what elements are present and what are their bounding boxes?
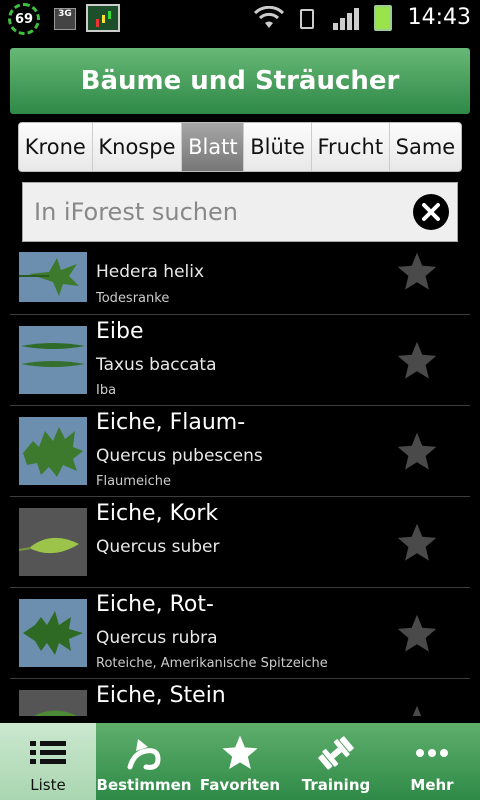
list-item[interactable]: Eibe Taxus baccata Iba xyxy=(10,315,470,406)
latin-name: Taxus baccata xyxy=(96,355,217,375)
nav-label: Mehr xyxy=(410,776,454,794)
leaf-image xyxy=(19,258,79,296)
latin-name: Hedera helix xyxy=(96,262,205,282)
common-aliases: Todesranke xyxy=(96,291,170,306)
dumbbell-icon xyxy=(318,736,354,770)
status-time: 14:43 xyxy=(407,5,471,30)
common-name: Eiche, Flaum- xyxy=(96,410,246,435)
star-icon[interactable] xyxy=(394,250,440,294)
nav-label: Bestimmen xyxy=(96,776,192,794)
star-icon[interactable] xyxy=(394,339,440,383)
network-label: 3G xyxy=(58,9,72,19)
clear-search-button[interactable] xyxy=(413,194,449,230)
app-notification-icon xyxy=(86,4,120,32)
leaf-image xyxy=(33,710,77,716)
leaf-thumbnail xyxy=(19,690,87,716)
common-name: Eiche, Stein xyxy=(96,683,226,708)
nav-label: Liste xyxy=(30,776,66,794)
tab-same[interactable]: Same xyxy=(389,123,461,171)
app-header: Bäume und Sträucher xyxy=(10,48,470,114)
list-item[interactable]: Eiche, Stein xyxy=(10,679,470,716)
category-tabs: Krone Knospe Blatt Blüte Frucht Same xyxy=(18,122,462,172)
star-icon[interactable] xyxy=(394,521,440,565)
list-item[interactable]: Eiche, Flaum- Quercus pubescens Flaumeic… xyxy=(10,406,470,497)
star-icon[interactable] xyxy=(394,430,440,474)
nav-training[interactable]: Training xyxy=(288,723,384,800)
tab-krone[interactable]: Krone xyxy=(19,123,93,171)
star-icon xyxy=(222,735,258,769)
common-aliases: Flaumeiche xyxy=(96,474,171,489)
nav-label: Training xyxy=(301,776,371,794)
star-icon[interactable] xyxy=(394,703,440,716)
tab-blatt[interactable]: Blatt xyxy=(182,123,245,171)
common-aliases: Iba xyxy=(96,383,117,398)
tab-frucht[interactable]: Frucht xyxy=(311,123,390,171)
identify-icon xyxy=(127,739,161,770)
nav-favoriten[interactable]: Favoriten xyxy=(192,723,288,800)
list-icon xyxy=(30,741,66,764)
status-bar: 69 3G 14:43 xyxy=(0,0,480,38)
tab-bluete[interactable]: Blüte xyxy=(244,123,312,171)
common-name: Eibe xyxy=(96,319,144,344)
search-input[interactable] xyxy=(23,183,403,241)
leaf-thumbnail xyxy=(19,252,87,302)
leaf-image xyxy=(23,611,83,655)
notification-count-badge: 69 xyxy=(8,3,40,35)
leaf-image xyxy=(23,427,83,477)
list-item[interactable]: Eiche, Kork Quercus suber xyxy=(10,497,470,588)
signal-strength-icon xyxy=(333,8,359,30)
leaf-thumbnail xyxy=(19,417,87,485)
bottom-navigation: Liste Bestimmen Favoriten Training Mehr xyxy=(0,723,480,800)
nav-bestimmen[interactable]: Bestimmen xyxy=(96,723,192,800)
leaf-image xyxy=(19,537,79,554)
sim-card-icon xyxy=(300,9,314,29)
leaf-thumbnail xyxy=(19,326,87,394)
tab-knospe[interactable]: Knospe xyxy=(92,123,183,171)
list-item[interactable]: Hedera helix Todesranke xyxy=(10,248,470,315)
more-icon xyxy=(416,749,448,757)
notification-count: 69 xyxy=(14,11,34,27)
leaf-image xyxy=(21,343,85,367)
latin-name: Quercus suber xyxy=(96,537,220,557)
wifi-icon xyxy=(254,6,284,28)
common-name: Eiche, Rot- xyxy=(96,592,214,617)
list-item[interactable]: Eiche, Rot- Quercus rubra Roteiche, Amer… xyxy=(10,588,470,679)
close-icon xyxy=(422,203,440,221)
battery-icon xyxy=(374,5,392,31)
star-icon[interactable] xyxy=(394,612,440,656)
leaf-thumbnail xyxy=(19,599,87,667)
nav-mehr[interactable]: Mehr xyxy=(384,723,480,800)
species-list: Hedera helix Todesranke Eibe Taxus bacca… xyxy=(10,248,470,716)
latin-name: Quercus pubescens xyxy=(96,446,263,466)
network-3g-icon: 3G xyxy=(54,8,76,30)
nav-label: Favoriten xyxy=(199,776,281,794)
common-name: Eiche, Kork xyxy=(96,501,219,526)
common-aliases: Roteiche, Amerikanische Spitzeiche xyxy=(96,656,328,671)
leaf-thumbnail xyxy=(19,508,87,576)
nav-liste[interactable]: Liste xyxy=(0,723,96,800)
search-bar xyxy=(22,182,458,242)
latin-name: Quercus rubra xyxy=(96,628,218,648)
page-title: Bäume und Sträucher xyxy=(80,66,400,96)
